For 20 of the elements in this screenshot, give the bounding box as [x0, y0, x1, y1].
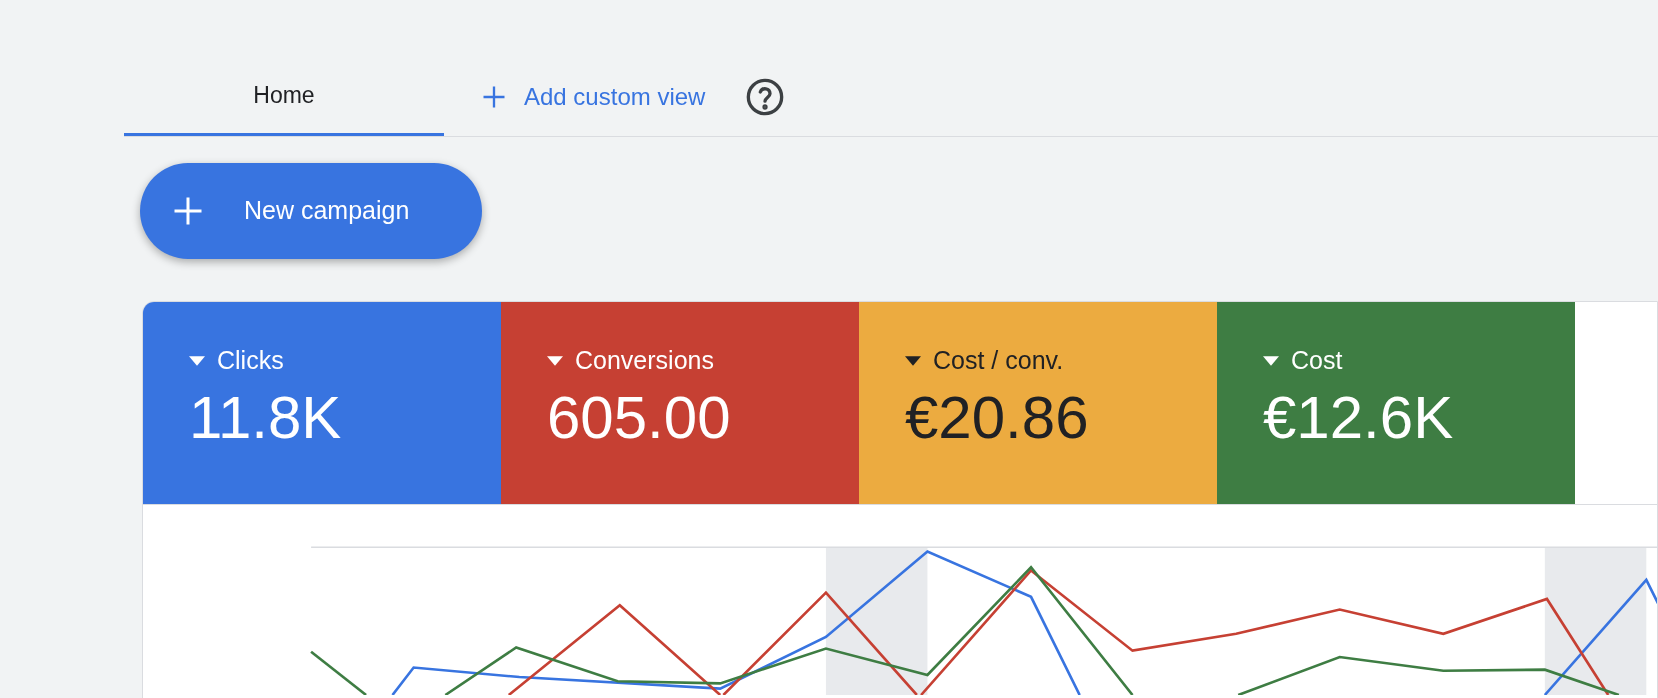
new-campaign-button[interactable]: New campaign: [140, 163, 482, 259]
dropdown-caret-icon: [547, 354, 563, 367]
dropdown-caret-icon: [189, 354, 205, 367]
metric-value: 605.00: [547, 387, 732, 448]
metric-tile[interactable]: Conversions 605.00: [501, 302, 859, 504]
metric-label: Cost: [1291, 345, 1343, 376]
dropdown-caret-icon: [1263, 354, 1279, 367]
metric-label: Conversions: [575, 345, 714, 376]
metric-tile[interactable]: Clicks 11.8K: [143, 302, 501, 504]
metric-value: €12.6K: [1263, 387, 1455, 448]
help-icon[interactable]: [745, 77, 786, 117]
dropdown-caret-icon: [905, 354, 921, 367]
metric-tile[interactable]: Cost €12.6K: [1217, 302, 1575, 504]
metric-label: Cost / conv.: [933, 345, 1064, 376]
tab[interactable]: Home: [124, 58, 444, 136]
metric-value: 11.8K: [189, 387, 343, 448]
add-custom-view-button[interactable]: Add custom view: [480, 79, 706, 115]
metric-label: Clicks: [217, 345, 284, 376]
metric-tile[interactable]: Cost / conv. €20.86: [859, 302, 1217, 504]
metric-value: €20.86: [905, 387, 1090, 448]
